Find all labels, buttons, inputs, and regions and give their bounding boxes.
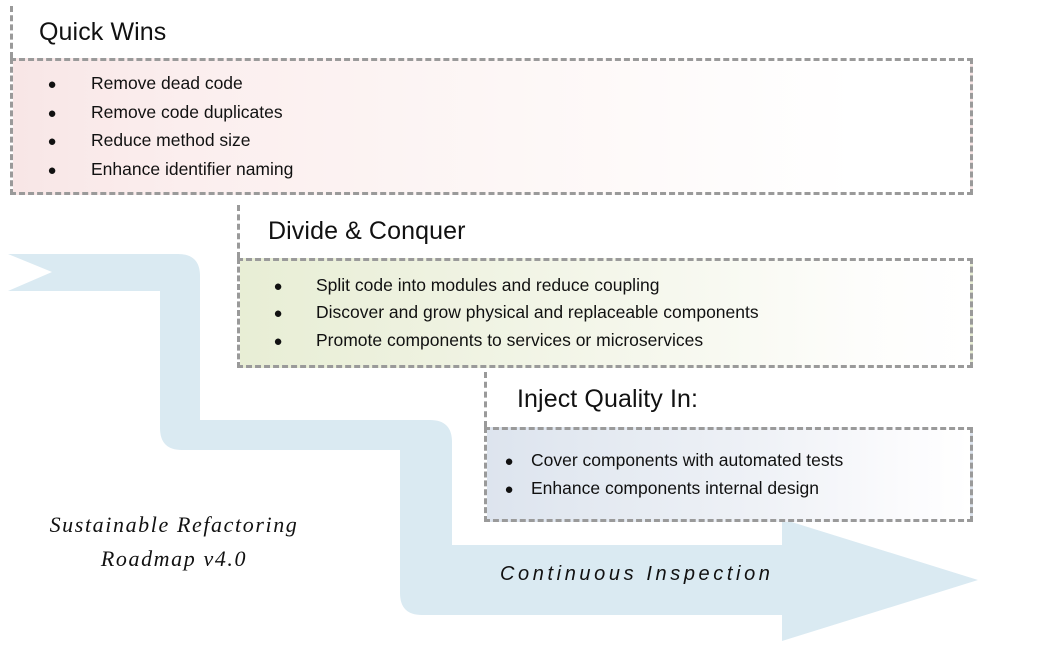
list-item: ● Cover components with automated tests [487,449,970,470]
stage-quick-wins-title: Quick Wins [39,17,167,46]
bullet-icon: ● [47,161,57,179]
stage-divide-conquer-body: ● Split code into modules and reduce cou… [237,258,973,368]
list-item-label: Split code into modules and reduce coupl… [316,274,660,295]
list-item: ● Promote components to services or micr… [240,329,970,350]
stage-divide-conquer-title: Divide & Conquer [268,217,466,245]
roadmap-caption-line-1: Sustainable Refactoring [49,512,299,537]
list-item: ● Discover and grow physical and replace… [240,304,970,322]
bullet-icon: ● [504,481,514,498]
stage-inject-quality-title: Inject Quality In: [517,385,699,413]
bullet-icon: ● [273,332,283,350]
list-item: ● Remove code duplicates [13,101,970,122]
stage-quick-wins: Quick Wins ● Remove dead code ● Remove c… [10,6,973,195]
stage-inject-quality-body: ● Cover components with automated tests … [484,427,973,522]
roadmap-diagram: Quick Wins ● Remove dead code ● Remove c… [0,0,1052,654]
roadmap-caption: Sustainable Refactoring Roadmap v4.0 [14,508,334,576]
list-item-label: Enhance identifier naming [91,158,294,179]
list-item: ● Remove dead code [13,73,970,93]
list-item-label: Cover components with automated tests [531,449,844,470]
list-item: ● Enhance components internal design [487,478,970,498]
stage-divide-conquer: Divide & Conquer ● Split code into modul… [237,205,973,368]
bullet-icon: ● [47,104,57,122]
continuous-inspection-label: Continuous Inspection [500,563,774,585]
stage-inject-quality: Inject Quality In: ● Cover components wi… [484,372,973,522]
list-item: ● Reduce method size [13,130,970,150]
list-item-label: Remove dead code [91,73,243,93]
stage-quick-wins-title-area: Quick Wins [10,6,973,58]
bullet-icon: ● [273,277,283,295]
list-item-label: Remove code duplicates [91,101,283,122]
list-item-label: Promote components to services or micros… [316,329,704,350]
bullet-icon: ● [273,305,283,323]
stage-quick-wins-body: ● Remove dead code ● Remove code duplica… [10,58,973,195]
bullet-icon: ● [504,452,514,470]
list-item: ● Enhance identifier naming [13,158,970,179]
list-item-label: Reduce method size [91,130,251,150]
list-item-label: Discover and grow physical and replaceab… [316,302,759,323]
stage-inject-quality-title-area: Inject Quality In: [484,372,973,427]
stage-divide-conquer-title-area: Divide & Conquer [237,205,973,258]
list-item: ● Split code into modules and reduce cou… [240,274,970,295]
bullet-icon: ● [47,133,57,150]
roadmap-caption-line-2: Roadmap v4.0 [100,546,248,572]
list-item-label: Enhance components internal design [531,478,819,498]
bullet-icon: ● [47,76,57,93]
